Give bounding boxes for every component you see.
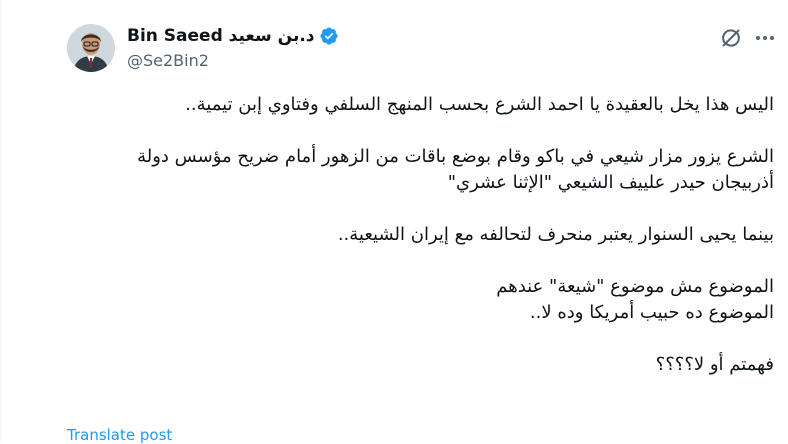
tweet-paragraph: الشرع يزور مزار شيعي في باكو وقام بوضع ب… bbox=[131, 146, 774, 193]
more-options-icon[interactable] bbox=[753, 26, 777, 50]
tweet-paragraph: اليس هذا يخل بالعقيدة يا احمد الشرع بحسب… bbox=[185, 94, 774, 115]
tweet-text: اليس هذا يخل بالعقيدة يا احمد الشرع بحسب… bbox=[74, 92, 774, 404]
tweet-paragraph: بينما يحيى السنوار يعتبر منحرف لتحالفه م… bbox=[337, 224, 774, 245]
grok-icon[interactable] bbox=[719, 26, 743, 50]
tweet-paragraph: فهمتم أو لا؟؟؟؟ bbox=[655, 354, 774, 375]
name-row: د.بن سعيد Bin Saeed bbox=[127, 24, 339, 48]
tweet-card: د.بن سعيد Bin Saeed @Se2Bin2 اليس هذا يخ… bbox=[0, 0, 788, 444]
verified-badge-icon[interactable] bbox=[319, 26, 339, 46]
author-handle[interactable]: @Se2Bin2 bbox=[127, 51, 339, 70]
avatar-image bbox=[67, 24, 115, 72]
tweet-paragraph: الموضوع مش موضوع "شيعة" عندهم الموضوع ده… bbox=[496, 276, 774, 323]
avatar[interactable] bbox=[67, 24, 115, 72]
user-info: د.بن سعيد Bin Saeed @Se2Bin2 bbox=[127, 24, 339, 70]
translate-post-link[interactable]: Translate post bbox=[67, 426, 172, 444]
display-name[interactable]: د.بن سعيد Bin Saeed bbox=[127, 26, 315, 46]
